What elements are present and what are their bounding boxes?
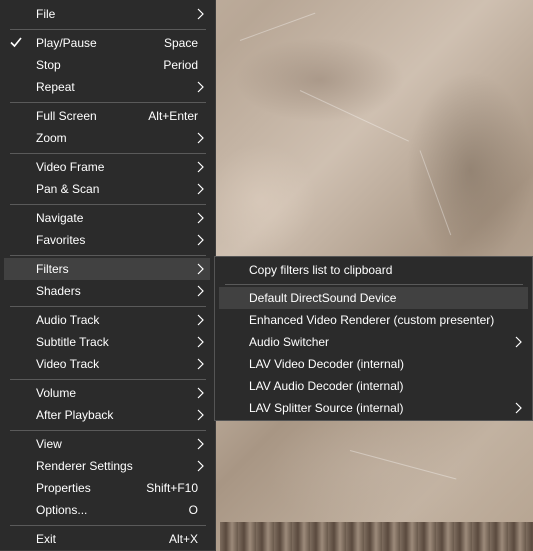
menu-item-shortcut: Alt+Enter [148, 109, 198, 123]
menu-separator [10, 204, 206, 205]
menu-item-label: Zoom [36, 131, 67, 145]
menu-item-options[interactable]: Options... O [4, 499, 210, 521]
submenu-item-lav-splitter-source[interactable]: LAV Splitter Source (internal) [219, 397, 528, 419]
chevron-right-icon [197, 409, 204, 421]
submenu-item-label: LAV Video Decoder (internal) [249, 357, 404, 371]
menu-item-label: Filters [36, 262, 69, 276]
menu-item-shortcut: O [188, 503, 198, 517]
menu-item-audio-track[interactable]: Audio Track [4, 309, 210, 331]
menu-item-label: Repeat [36, 80, 75, 94]
menu-item-shortcut: Space [163, 36, 198, 50]
chevron-right-icon [197, 285, 204, 297]
menu-item-file[interactable]: File [4, 3, 210, 25]
menu-item-label: Subtitle Track [36, 335, 109, 349]
submenu-item-label: LAV Audio Decoder (internal) [249, 379, 404, 393]
chevron-right-icon [197, 132, 204, 144]
menu-item-shortcut: Alt+X [168, 532, 198, 546]
menu-item-view[interactable]: View [4, 433, 210, 455]
chevron-right-icon [197, 183, 204, 195]
menu-item-pan-scan[interactable]: Pan & Scan [4, 178, 210, 200]
menu-separator [10, 102, 206, 103]
menu-item-subtitle-track[interactable]: Subtitle Track [4, 331, 210, 353]
chevron-right-icon [197, 336, 204, 348]
menu-item-full-screen[interactable]: Full Screen Alt+Enter [4, 105, 210, 127]
menu-item-label: Play/Pause [36, 36, 97, 50]
chevron-right-icon [197, 81, 204, 93]
menu-item-favorites[interactable]: Favorites [4, 229, 210, 251]
chevron-right-icon [515, 336, 522, 348]
chevron-right-icon [197, 161, 204, 173]
menu-item-label: Exit [36, 532, 57, 546]
chevron-right-icon [197, 460, 204, 472]
submenu-item-lav-video-decoder[interactable]: LAV Video Decoder (internal) [219, 353, 528, 375]
menu-separator [10, 255, 206, 256]
chevron-right-icon [197, 387, 204, 399]
submenu-item-enhanced-video-renderer[interactable]: Enhanced Video Renderer (custom presente… [219, 309, 528, 331]
chevron-right-icon [197, 314, 204, 326]
menu-item-shaders[interactable]: Shaders [4, 280, 210, 302]
menu-item-label: Video Frame [36, 160, 105, 174]
chevron-right-icon [197, 234, 204, 246]
submenu-item-label: Default DirectSound Device [249, 291, 397, 305]
menu-item-label: Options... [36, 503, 88, 517]
menu-item-filters[interactable]: Filters [4, 258, 210, 280]
chevron-right-icon [197, 8, 204, 20]
context-menu: File Play/Pause Space Stop Period Repeat… [0, 0, 216, 551]
menu-item-label: After Playback [36, 408, 114, 422]
video-frame-bottom-strip [220, 522, 533, 551]
menu-separator [225, 284, 523, 285]
menu-item-shortcut: Shift+F10 [146, 481, 198, 495]
menu-item-label: Favorites [36, 233, 86, 247]
menu-separator [10, 379, 206, 380]
menu-item-navigate[interactable]: Navigate [4, 207, 210, 229]
menu-item-label: Volume [36, 386, 77, 400]
menu-item-label: Audio Track [36, 313, 100, 327]
menu-separator [10, 525, 206, 526]
menu-item-label: Pan & Scan [36, 182, 100, 196]
checkmark-icon [10, 37, 22, 48]
menu-item-label: File [36, 7, 56, 21]
chevron-right-icon [197, 263, 204, 275]
menu-item-label: Navigate [36, 211, 84, 225]
menu-item-label: Video Track [36, 357, 100, 371]
chevron-right-icon [515, 402, 522, 414]
submenu-item-label: Copy filters list to clipboard [249, 263, 393, 277]
menu-item-play-pause[interactable]: Play/Pause Space [4, 32, 210, 54]
menu-item-stop[interactable]: Stop Period [4, 54, 210, 76]
filters-submenu: Copy filters list to clipboard Default D… [214, 256, 533, 421]
submenu-item-audio-switcher[interactable]: Audio Switcher [219, 331, 528, 353]
menu-item-label: Properties [36, 481, 91, 495]
menu-item-repeat[interactable]: Repeat [4, 76, 210, 98]
submenu-item-label: Audio Switcher [249, 335, 330, 349]
menu-item-video-track[interactable]: Video Track [4, 353, 210, 375]
chevron-right-icon [197, 358, 204, 370]
menu-item-properties[interactable]: Properties Shift+F10 [4, 477, 210, 499]
menu-item-label: Shaders [36, 284, 81, 298]
chevron-right-icon [197, 212, 204, 224]
menu-item-renderer-settings[interactable]: Renderer Settings [4, 455, 210, 477]
submenu-item-label: LAV Splitter Source (internal) [249, 401, 404, 415]
menu-item-exit[interactable]: Exit Alt+X [4, 528, 210, 550]
submenu-item-copy-filters-list[interactable]: Copy filters list to clipboard [219, 259, 528, 281]
menu-item-label: View [36, 437, 62, 451]
menu-item-label: Renderer Settings [36, 459, 133, 473]
menu-item-label: Full Screen [36, 109, 97, 123]
submenu-item-lav-audio-decoder[interactable]: LAV Audio Decoder (internal) [219, 375, 528, 397]
menu-separator [10, 306, 206, 307]
menu-item-volume[interactable]: Volume [4, 382, 210, 404]
menu-separator [10, 153, 206, 154]
menu-item-video-frame[interactable]: Video Frame [4, 156, 210, 178]
menu-item-zoom[interactable]: Zoom [4, 127, 210, 149]
menu-separator [10, 29, 206, 30]
menu-item-after-playback[interactable]: After Playback [4, 404, 210, 426]
chevron-right-icon [197, 438, 204, 450]
submenu-item-default-directsound[interactable]: Default DirectSound Device [219, 287, 528, 309]
submenu-item-label: Enhanced Video Renderer (custom presente… [249, 313, 495, 327]
menu-item-shortcut: Period [163, 58, 198, 72]
menu-item-label: Stop [36, 58, 61, 72]
menu-separator [10, 430, 206, 431]
